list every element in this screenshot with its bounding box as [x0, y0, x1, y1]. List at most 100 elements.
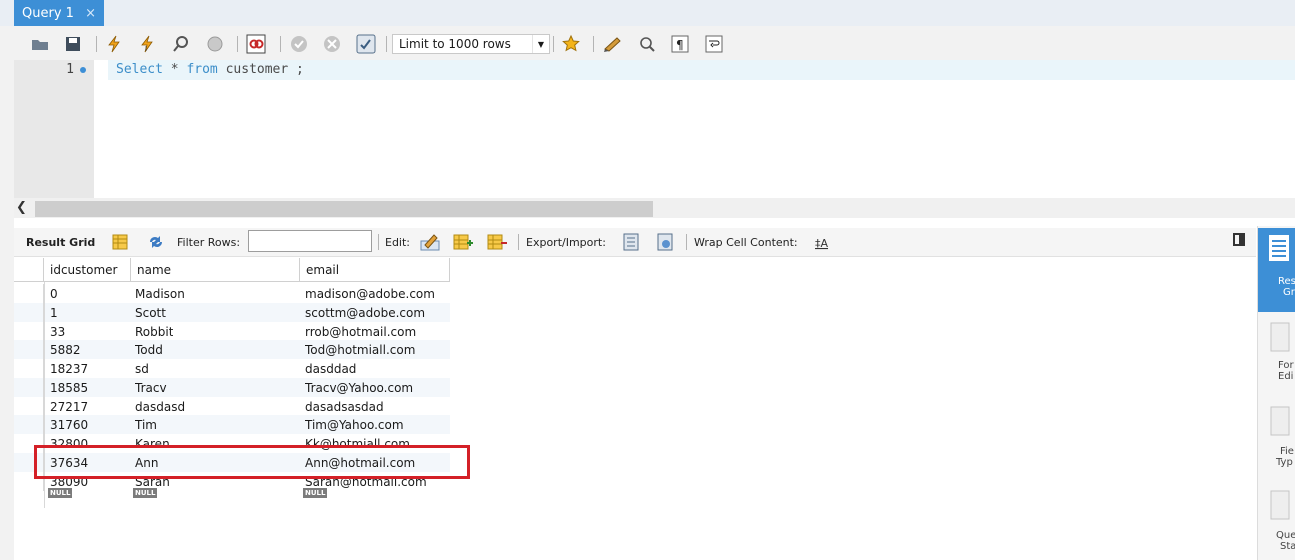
table-cell-idcustomer[interactable]: 27217: [50, 397, 88, 416]
query-stats-panel-button[interactable]: Que Sta: [1258, 486, 1295, 560]
sql-text: *: [162, 62, 187, 77]
wrap-cell-toggle-icon[interactable]: ‡A: [812, 232, 832, 252]
row-header[interactable]: [14, 284, 44, 303]
row-header[interactable]: [14, 397, 44, 416]
export-icon[interactable]: [622, 232, 642, 252]
new-row[interactable]: NULL NULL NULL: [14, 486, 450, 500]
column-header-name[interactable]: name: [131, 258, 300, 282]
panel-label-6: Typ: [1276, 457, 1293, 468]
line-number-gutter: [14, 60, 94, 198]
sql-editor[interactable]: Select * from customer ;: [116, 62, 304, 77]
beautify-brush-icon[interactable]: [603, 34, 623, 54]
table-cell-name[interactable]: Todd: [135, 340, 163, 359]
result-grid-label[interactable]: Result Grid: [26, 236, 95, 249]
table-cell-name[interactable]: Scott: [135, 303, 166, 322]
invisible-chars-icon[interactable]: ¶: [670, 34, 690, 54]
row-header[interactable]: [14, 340, 44, 359]
table-cell-idcustomer[interactable]: 1: [50, 303, 58, 322]
table-cell-idcustomer[interactable]: 33: [50, 322, 65, 341]
toggle-error-icon[interactable]: [246, 34, 266, 54]
table-cell-name[interactable]: sd: [135, 359, 149, 378]
delete-row-icon[interactable]: [487, 232, 507, 252]
explain-magnifier-icon[interactable]: [171, 34, 191, 54]
table-row[interactable]: 0 Madison madison@adobe.com: [14, 284, 450, 303]
sql-keyword: Select: [116, 62, 163, 77]
table-cell-email[interactable]: madison@adobe.com: [305, 284, 435, 303]
table-cell-email[interactable]: rrob@hotmail.com: [305, 322, 416, 341]
wrap-cell-label: Wrap Cell Content:: [694, 236, 798, 249]
row-header[interactable]: [14, 415, 44, 434]
scroll-left-icon[interactable]: ❮: [16, 200, 27, 215]
table-cell-idcustomer[interactable]: 31760: [50, 415, 88, 434]
svg-text:¶: ¶: [676, 38, 684, 52]
table-cell-idcustomer[interactable]: 5882: [50, 340, 81, 359]
table-cell-name[interactable]: Robbit: [135, 322, 173, 341]
table-row[interactable]: 18585 Tracv Tracv@Yahoo.com: [14, 378, 450, 397]
filter-rows-input[interactable]: [248, 230, 372, 252]
panel-label-2: Gr: [1283, 287, 1295, 298]
export-import-label: Export/Import:: [526, 236, 606, 249]
null-badge: NULL: [133, 488, 158, 498]
table-cell-name[interactable]: Madison: [135, 284, 185, 303]
table-cell-name[interactable]: Tracv: [135, 378, 167, 397]
statement-marker-icon: [80, 67, 86, 73]
field-types-panel-button[interactable]: Fie Typ: [1258, 402, 1295, 476]
table-cell-email[interactable]: scottm@adobe.com: [305, 303, 425, 322]
row-header[interactable]: [14, 359, 44, 378]
toggle-panel-icon[interactable]: [1233, 233, 1245, 246]
tab-query-1[interactable]: Query 1 ×: [14, 0, 104, 26]
rollback-x-icon[interactable]: [322, 34, 342, 54]
table-row[interactable]: 18237 sd dasddad: [14, 359, 450, 378]
table-row[interactable]: 33 Robbit rrob@hotmail.com: [14, 322, 450, 341]
table-cell-name[interactable]: dasdasd: [135, 397, 185, 416]
stop-icon[interactable]: [205, 34, 225, 54]
insert-row-icon[interactable]: [453, 232, 473, 252]
wrap-lines-icon[interactable]: [704, 34, 724, 54]
table-row[interactable]: 5882 Todd Tod@hotmiall.com: [14, 340, 450, 359]
table-cell-email[interactable]: Tim@Yahoo.com: [305, 415, 404, 434]
table-row[interactable]: 1 Scott scottm@adobe.com: [14, 303, 450, 322]
execute-current-icon[interactable]: I: [137, 34, 157, 54]
column-header-email[interactable]: email: [300, 258, 450, 282]
result-grid-panel-button[interactable]: Res Gr: [1258, 228, 1295, 312]
table-row[interactable]: 31760 Tim Tim@Yahoo.com: [14, 415, 450, 434]
close-tab-icon[interactable]: ×: [85, 6, 96, 21]
result-grid-icon: [1269, 235, 1289, 261]
table-cell-idcustomer[interactable]: 18237: [50, 359, 88, 378]
table-cell-email[interactable]: dasadsasdad: [305, 397, 384, 416]
commit-check-icon[interactable]: [289, 34, 309, 54]
table-cell-email[interactable]: Tracv@Yahoo.com: [305, 378, 413, 397]
table-cell-idcustomer[interactable]: 18585: [50, 378, 88, 397]
open-folder-icon[interactable]: [30, 34, 50, 54]
save-icon[interactable]: [63, 34, 83, 54]
highlight-box: [34, 445, 470, 479]
table-row[interactable]: 27217 dasdasd dasadsasdad: [14, 397, 450, 416]
table-cell-idcustomer[interactable]: 0: [50, 284, 58, 303]
query-tab-bar: [0, 0, 1295, 27]
form-editor-panel-button[interactable]: For Edi: [1258, 318, 1295, 392]
scrollbar-thumb[interactable]: [35, 201, 653, 217]
find-magnifier-icon[interactable]: [637, 34, 657, 54]
limit-rows-value: Limit to 1000 rows: [399, 37, 511, 51]
row-header[interactable]: [14, 303, 44, 322]
table-cell-email[interactable]: dasddad: [305, 359, 356, 378]
execute-lightning-icon[interactable]: [104, 34, 124, 54]
row-header[interactable]: [14, 322, 44, 341]
column-header-idcustomer[interactable]: idcustomer: [44, 258, 131, 282]
edit-row-icon[interactable]: [420, 232, 440, 252]
chevron-down-icon: ▼: [532, 35, 549, 53]
star-snippet-icon[interactable]: [561, 34, 581, 54]
tab-label: Query 1: [22, 5, 74, 21]
import-icon[interactable]: [656, 232, 676, 252]
refresh-icon[interactable]: [146, 232, 166, 252]
autocommit-icon[interactable]: [356, 34, 376, 54]
filter-rows-label: Filter Rows:: [177, 236, 241, 249]
limit-rows-select[interactable]: Limit to 1000 rows ▼: [392, 34, 550, 54]
table-cell-email[interactable]: Tod@hotmiall.com: [305, 340, 415, 359]
panel-label-1: Res: [1278, 276, 1295, 287]
table-cell-name[interactable]: Tim: [135, 415, 157, 434]
grid-layout-icon[interactable]: [110, 232, 130, 252]
null-badge: NULL: [48, 488, 73, 498]
svg-text:‡A: ‡A: [815, 237, 829, 250]
row-header[interactable]: [14, 378, 44, 397]
